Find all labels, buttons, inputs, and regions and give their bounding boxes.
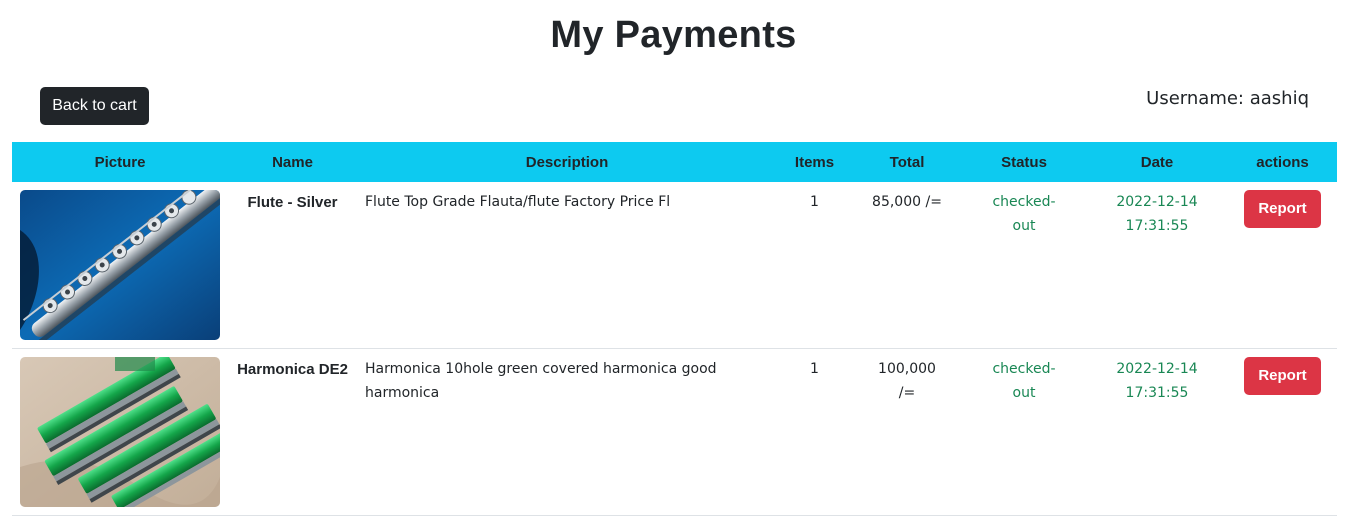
flute-image <box>20 190 220 340</box>
picture-cell <box>12 182 228 349</box>
header-description: Description <box>357 142 777 182</box>
product-name: Harmonica DE2 <box>228 348 357 516</box>
status-text: checked-out <box>962 182 1086 349</box>
username-label: Username: aashiq <box>1146 88 1309 109</box>
header-actions: actions <box>1228 142 1337 182</box>
header-picture: Picture <box>12 142 228 182</box>
items-count: 1 <box>777 182 852 349</box>
harmonica-image <box>20 357 220 507</box>
header-items: Items <box>777 142 852 182</box>
header-name: Name <box>228 142 357 182</box>
total-amount: 100,000 /= <box>852 348 962 516</box>
product-description: Flute Top Grade Flauta/flute Factory Pri… <box>357 182 777 349</box>
product-description: Harmonica 10hole green covered harmonica… <box>357 348 777 516</box>
table-row: Flute - Silver Flute Top Grade Flauta/fl… <box>12 182 1337 349</box>
report-button[interactable]: Report <box>1244 190 1321 228</box>
date-text: 2022-12-14 17:31:55 <box>1086 348 1228 516</box>
payments-page: My Payments Back to cart Username: aashi… <box>0 0 1347 520</box>
product-name: Flute - Silver <box>228 182 357 349</box>
actions-cell: Report <box>1228 182 1337 349</box>
table-header-row: Picture Name Description Items Total Sta… <box>12 142 1337 182</box>
actions-cell: Report <box>1228 348 1337 516</box>
table-row: Harmonica DE2 Harmonica 10hole green cov… <box>12 348 1337 516</box>
header-date: Date <box>1086 142 1228 182</box>
header-status: Status <box>962 142 1086 182</box>
picture-cell <box>12 348 228 516</box>
back-to-cart-button[interactable]: Back to cart <box>40 87 149 125</box>
payments-table: Picture Name Description Items Total Sta… <box>12 142 1337 516</box>
total-amount: 85,000 /= <box>852 182 962 349</box>
report-button[interactable]: Report <box>1244 357 1321 395</box>
items-count: 1 <box>777 348 852 516</box>
date-text: 2022-12-14 17:31:55 <box>1086 182 1228 349</box>
page-title: My Payments <box>550 14 797 56</box>
header-total: Total <box>852 142 962 182</box>
status-text: checked-out <box>962 348 1086 516</box>
